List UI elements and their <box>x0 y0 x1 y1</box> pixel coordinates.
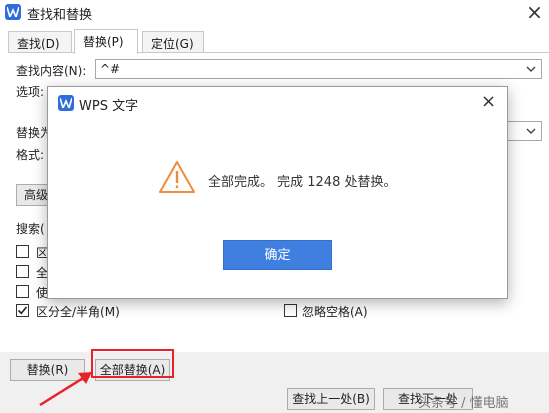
window-titlebar: 查找和替换 × <box>0 0 549 28</box>
checkmark-icon <box>17 306 28 315</box>
checkbox-fullwidth-halfwidth-label: 区分全/半角(M) <box>36 305 120 319</box>
tab-find[interactable]: 查找(D) <box>8 31 72 53</box>
tab-goto[interactable]: 定位(G) <box>142 31 204 53</box>
find-input[interactable]: ^# <box>95 59 542 79</box>
tab-replace[interactable]: 替换(P) <box>74 29 138 54</box>
warning-triangle-icon <box>159 161 195 193</box>
find-label: 查找内容(N): <box>16 64 87 78</box>
find-value: ^# <box>100 62 121 76</box>
replace-button[interactable]: 替换(R) <box>10 359 85 381</box>
options-label: 选项: <box>16 85 45 99</box>
checkbox-1[interactable] <box>16 245 29 258</box>
wps-writer-icon <box>58 95 74 111</box>
checkbox-2[interactable] <box>16 265 29 278</box>
window-close-icon[interactable]: × <box>520 0 549 26</box>
dialog-close-icon[interactable]: × <box>481 91 496 112</box>
ok-button[interactable]: 确定 <box>223 240 332 270</box>
chevron-down-icon <box>526 128 536 134</box>
annotation-highlight-box <box>91 349 174 378</box>
window-title: 查找和替换 <box>27 8 93 23</box>
checkbox-fullwidth-halfwidth[interactable] <box>16 304 29 317</box>
checkbox-ignore-spaces-label: 忽略空格(A) <box>302 305 368 319</box>
watermark-text: 头条号 / 懂电脑 <box>418 396 509 411</box>
wps-message-dialog: WPS 文字 × 全部完成。 完成 1248 处替换。 确定 <box>47 86 508 299</box>
chevron-down-icon <box>526 66 536 72</box>
checkbox-ignore-spaces[interactable] <box>284 304 297 317</box>
find-previous-button[interactable]: 查找上一处(B) <box>287 388 375 410</box>
format-label: 格式: <box>16 148 45 162</box>
dialog-title: WPS 文字 <box>79 99 139 114</box>
search-label: 搜索( <box>16 222 45 236</box>
dialog-message: 全部完成。 完成 1248 处替换。 <box>208 175 397 190</box>
wps-writer-icon <box>5 4 21 20</box>
checkbox-3[interactable] <box>16 285 29 298</box>
